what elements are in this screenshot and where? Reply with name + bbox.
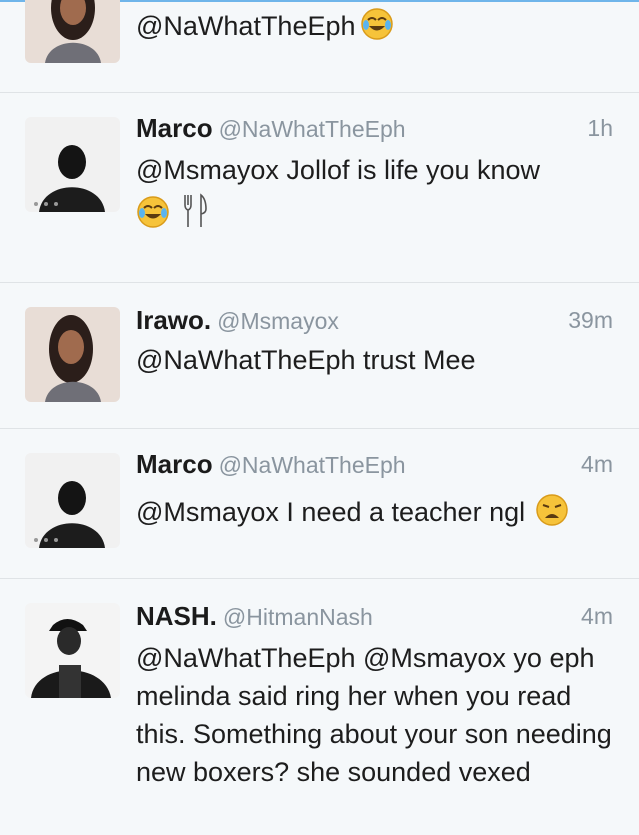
author-name[interactable]: Irawo. (136, 305, 211, 335)
weary-face-icon (535, 493, 569, 537)
author-handle[interactable]: @HitmanNash (223, 604, 373, 630)
tweet-header: Marco @NaWhatTheEph 1h (136, 113, 613, 147)
author-name[interactable]: Marco (136, 449, 213, 479)
tweet-row[interactable]: @NaWhatTheEph (0, 0, 639, 93)
avatar[interactable] (25, 0, 120, 63)
avatar[interactable] (25, 453, 120, 548)
tweet-header: NASH. @HitmanNash 4m (136, 601, 613, 635)
tweet-header: Marco @NaWhatTheEph 4m (136, 449, 613, 483)
tweet-row[interactable]: Irawo. @Msmayox 39m @NaWhatTheEph trust M… (0, 283, 639, 429)
avatar[interactable] (25, 307, 120, 402)
fork-and-knife-icon (182, 193, 208, 239)
tweet-row[interactable]: Marco @NaWhatTheEph 4m @Msmayox I need a … (0, 429, 639, 579)
timestamp: 1h (587, 115, 613, 141)
author-handle[interactable]: @NaWhatTheEph (219, 116, 406, 142)
tweet-row[interactable]: NASH. @HitmanNash 4m @NaWhatTheEph @Msmay… (0, 579, 639, 835)
tweet-header: Irawo. @Msmayox 39m (136, 305, 613, 339)
timestamp: 39m (568, 307, 613, 333)
author-handle[interactable]: @NaWhatTheEph (219, 452, 406, 478)
author-name[interactable]: Marco (136, 113, 213, 143)
tweet-text: @NaWhatTheEph trust Mee (136, 345, 476, 375)
face-with-tears-of-joy-icon (360, 7, 394, 51)
tweet-text: @Msmayox Jollof is life you know (136, 151, 613, 239)
face-with-tears-of-joy-icon (136, 195, 170, 239)
tweet-row[interactable]: Marco @NaWhatTheEph 1h @Msmayox Jollof is… (0, 93, 639, 283)
tweet-text: @NaWhatTheEph (136, 7, 613, 51)
avatar[interactable] (25, 117, 120, 212)
avatar[interactable] (25, 603, 120, 698)
tweet-text: @NaWhatTheEph @Msmayox yo eph melinda sa… (136, 643, 612, 787)
timestamp: 4m (581, 451, 613, 477)
tweet-text: @Msmayox I need a teacher ngl (136, 493, 613, 537)
timestamp: 4m (581, 603, 613, 629)
author-name[interactable]: NASH. (136, 601, 217, 631)
author-handle[interactable]: @Msmayox (217, 308, 339, 334)
